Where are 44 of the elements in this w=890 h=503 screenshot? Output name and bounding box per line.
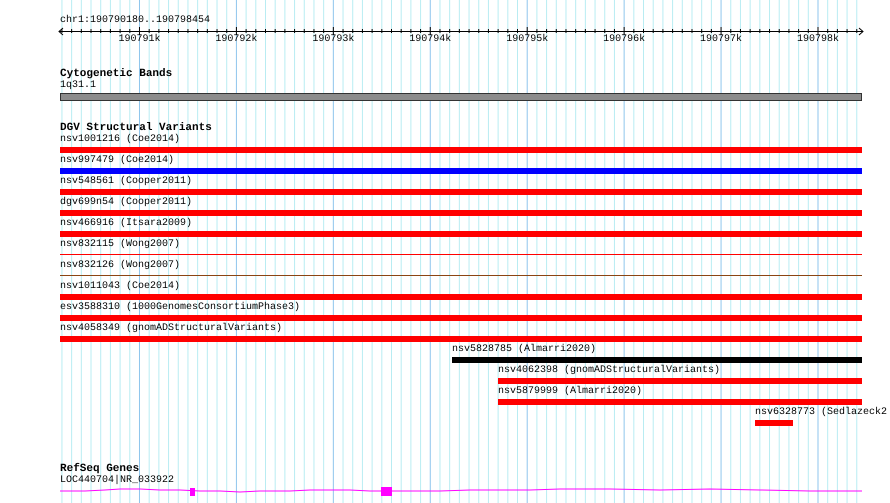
variant-label[interactable]: dgv699n54 (Cooper2011) xyxy=(60,197,192,209)
variant-bar[interactable] xyxy=(498,378,862,384)
gene-label[interactable]: LOC440704|NR_033922 xyxy=(60,475,890,487)
variant-bar[interactable] xyxy=(60,231,862,237)
variant-bar[interactable] xyxy=(60,168,862,174)
variant-bar[interactable] xyxy=(60,189,862,195)
band-label: 1q31.1 xyxy=(60,80,98,92)
variant-label[interactable]: nsv1001216 (Coe2014) xyxy=(60,134,180,146)
variant-bar[interactable] xyxy=(755,420,793,426)
region-coordinates: chr1:190790180..190798454 xyxy=(60,15,212,27)
tick-label: 190796k xyxy=(603,34,646,46)
cytoband-bar[interactable] xyxy=(60,93,862,101)
variant-label[interactable]: nsv4058349 (gnomADStructuralVariants) xyxy=(60,323,282,335)
variant-bar[interactable] xyxy=(60,294,862,300)
variant-label[interactable]: nsv832126 (Wong2007) xyxy=(60,260,180,272)
track-title: DGV Structural Variants xyxy=(60,122,213,134)
variant-bar[interactable] xyxy=(60,315,862,321)
variant-label[interactable]: nsv4062398 (gnomADStructuralVariants) xyxy=(498,365,720,377)
variant-label[interactable]: esv3588310 (1000GenomesConsortiumPhase3) xyxy=(60,302,300,314)
variant-label[interactable]: nsv832115 (Wong2007) xyxy=(60,239,180,251)
variant-bar[interactable] xyxy=(452,357,862,363)
variant-bar[interactable] xyxy=(498,399,862,405)
tick-label: 190797k xyxy=(700,34,742,46)
variant-label[interactable]: nsv466916 (Itsara2009) xyxy=(60,218,192,230)
tick-label: 190794k xyxy=(409,34,452,46)
gene-model-drawing[interactable] xyxy=(60,487,862,497)
tick-label: 190793k xyxy=(312,34,354,46)
track-title: RefSeq Genes xyxy=(60,463,140,475)
variant-label[interactable]: nsv548561 (Cooper2011) xyxy=(60,176,192,188)
variant-bar[interactable] xyxy=(60,336,862,342)
variant-bar[interactable] xyxy=(60,147,862,153)
variant-label[interactable]: nsv5828785 (Almarri2020) xyxy=(452,344,596,356)
tick-label: 190798k xyxy=(796,34,839,46)
variant-label[interactable]: nsv997479 (Coe2014) xyxy=(60,155,174,167)
variant-label[interactable]: nsv5879999 (Almarri2020) xyxy=(498,386,642,398)
tick-label: 190792k xyxy=(215,34,258,46)
variant-line[interactable] xyxy=(60,254,862,255)
variant-label[interactable]: nsv6328773 (Sedlazeck2 xyxy=(755,407,888,419)
variant-bar[interactable] xyxy=(60,210,862,216)
variant-label[interactable]: nsv1011043 (Coe2014) xyxy=(60,281,180,293)
tick-label: 190795k xyxy=(506,34,548,46)
tick-label: 190791k xyxy=(118,34,160,46)
variant-line[interactable] xyxy=(60,275,862,276)
track-title: Cytogenetic Bands xyxy=(60,68,174,80)
